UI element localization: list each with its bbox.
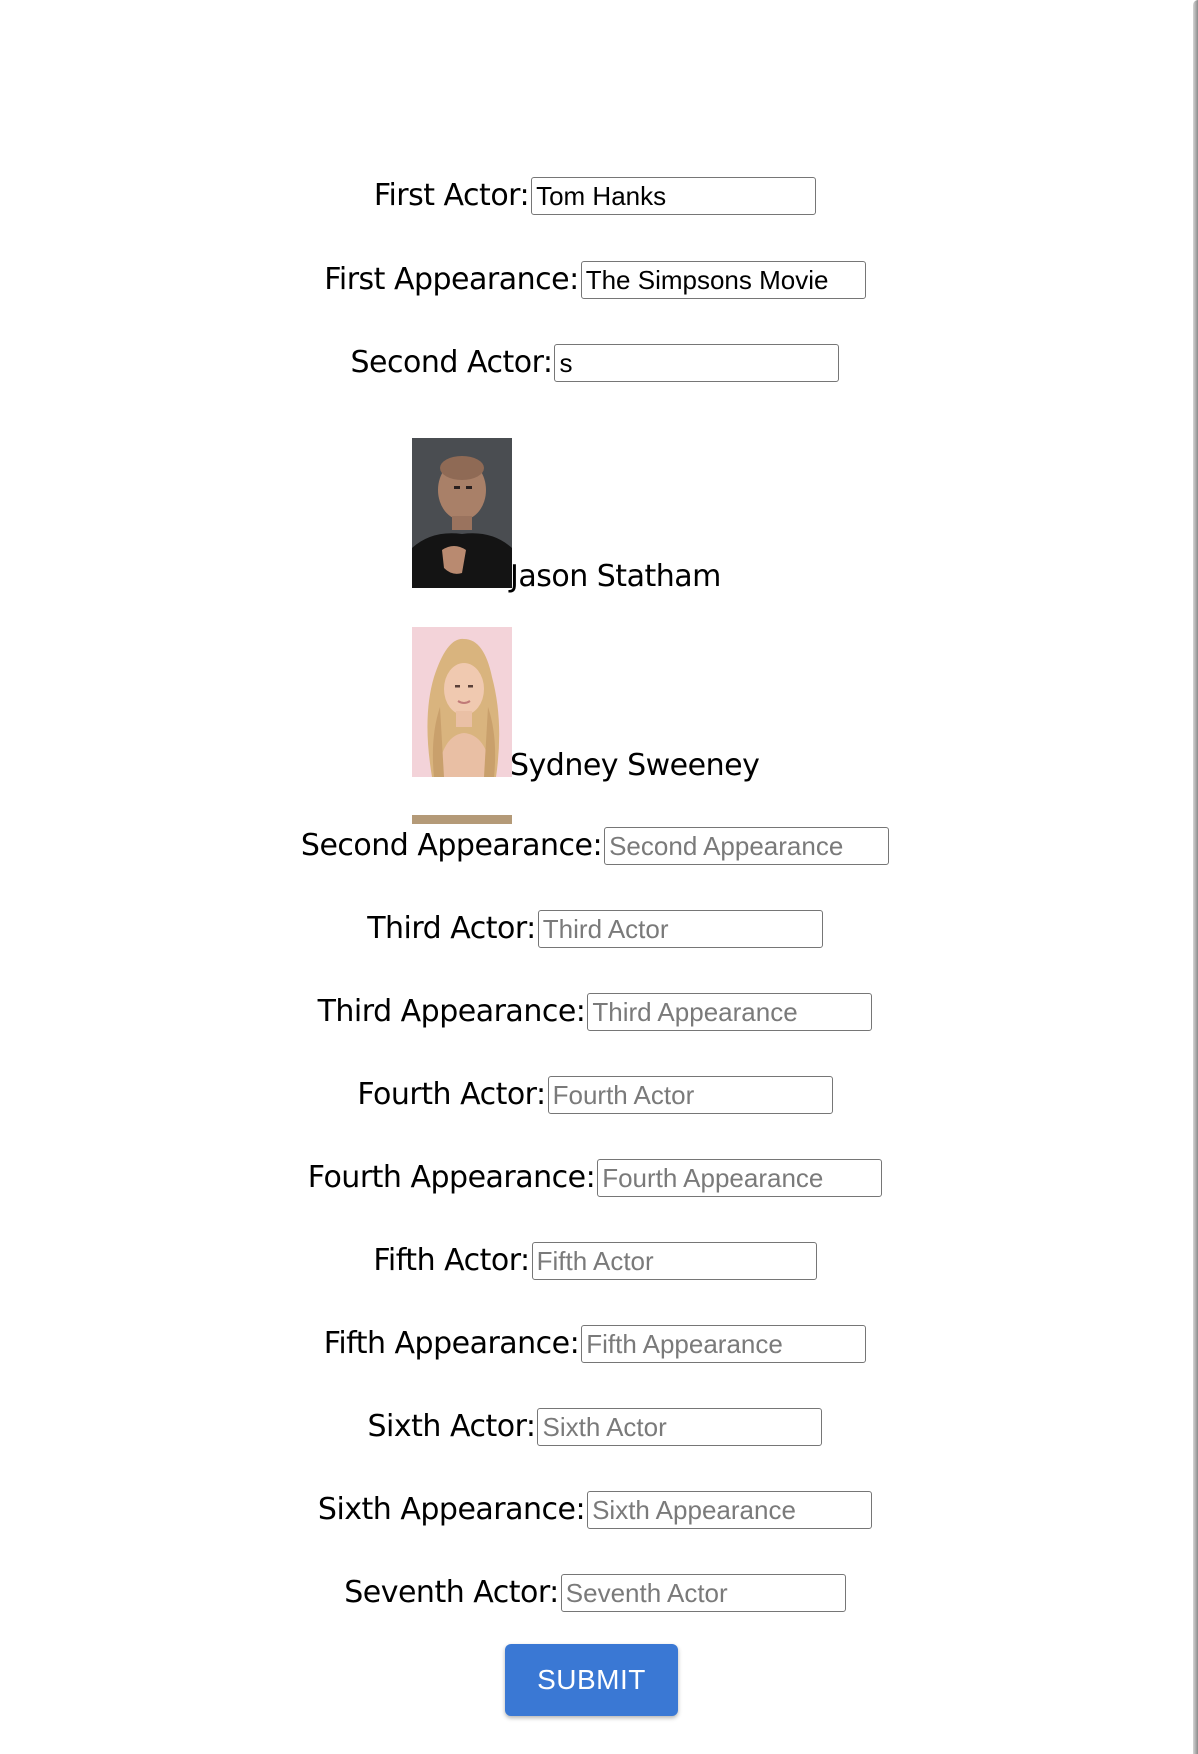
fifth-appearance-label: Fifth Appearance: xyxy=(323,1326,580,1361)
actor-suggestions-list: Jason Statham Sydney Sweeney xyxy=(412,438,812,824)
second-actor-row: Second Actor: xyxy=(0,341,1190,385)
seventh-actor-input[interactable] xyxy=(560,1574,846,1612)
third-actor-row: Third Actor: xyxy=(0,907,1190,951)
fourth-appearance-label: Fourth Appearance: xyxy=(307,1160,596,1195)
fifth-appearance-input[interactable] xyxy=(581,1325,867,1363)
fourth-actor-row: Fourth Actor: xyxy=(0,1073,1190,1117)
first-actor-label: First Actor: xyxy=(373,178,530,213)
second-actor-label: Second Actor: xyxy=(350,345,553,380)
actor-photo-icon xyxy=(412,627,512,777)
second-appearance-label: Second Appearance: xyxy=(300,828,603,863)
third-appearance-row: Third Appearance: xyxy=(0,990,1190,1034)
third-actor-label: Third Actor: xyxy=(367,911,536,946)
fourth-actor-input[interactable] xyxy=(547,1076,833,1114)
first-appearance-row: First Appearance: xyxy=(0,258,1190,302)
suggestion-item-sydney-sweeney[interactable]: Sydney Sweeney xyxy=(412,627,760,783)
submit-button[interactable]: SUBMIT xyxy=(505,1644,678,1716)
second-actor-input[interactable] xyxy=(554,344,840,382)
actor-form: First Actor: First Appearance: Second Ac… xyxy=(0,0,1190,1754)
first-appearance-input[interactable] xyxy=(580,261,866,299)
seventh-actor-row: Seventh Actor: xyxy=(0,1571,1190,1615)
suggestion-name: Sydney Sweeney xyxy=(510,748,760,783)
second-appearance-input[interactable] xyxy=(604,827,890,865)
window-edge xyxy=(1193,0,1198,1754)
fifth-actor-row: Fifth Actor: xyxy=(0,1239,1190,1283)
fifth-actor-label: Fifth Actor: xyxy=(373,1243,530,1278)
first-actor-row: First Actor: xyxy=(0,174,1190,218)
fifth-actor-input[interactable] xyxy=(531,1242,817,1280)
actor-photo-icon xyxy=(412,438,512,588)
suggestion-name: Jason Statham xyxy=(510,559,721,594)
actor-photo-icon xyxy=(412,815,512,824)
sixth-appearance-input[interactable] xyxy=(587,1491,873,1529)
third-appearance-label: Third Appearance: xyxy=(317,994,586,1029)
third-actor-input[interactable] xyxy=(537,910,823,948)
sixth-appearance-row: Sixth Appearance: xyxy=(0,1488,1190,1532)
third-appearance-input[interactable] xyxy=(587,993,873,1031)
fifth-appearance-row: Fifth Appearance: xyxy=(0,1322,1190,1366)
fourth-actor-label: Fourth Actor: xyxy=(357,1077,546,1112)
first-actor-input[interactable] xyxy=(531,177,817,215)
sixth-appearance-label: Sixth Appearance: xyxy=(317,1492,586,1527)
first-appearance-label: First Appearance: xyxy=(324,262,579,297)
suggestion-item-jason-statham[interactable]: Jason Statham xyxy=(412,438,721,594)
seventh-actor-label: Seventh Actor: xyxy=(344,1575,559,1610)
fourth-appearance-input[interactable] xyxy=(597,1159,883,1197)
second-appearance-row: Second Appearance: xyxy=(0,824,1190,868)
sixth-actor-row: Sixth Actor: xyxy=(0,1405,1190,1449)
sixth-actor-label: Sixth Actor: xyxy=(367,1409,536,1444)
sixth-actor-input[interactable] xyxy=(537,1408,823,1446)
fourth-appearance-row: Fourth Appearance: xyxy=(0,1156,1190,1200)
